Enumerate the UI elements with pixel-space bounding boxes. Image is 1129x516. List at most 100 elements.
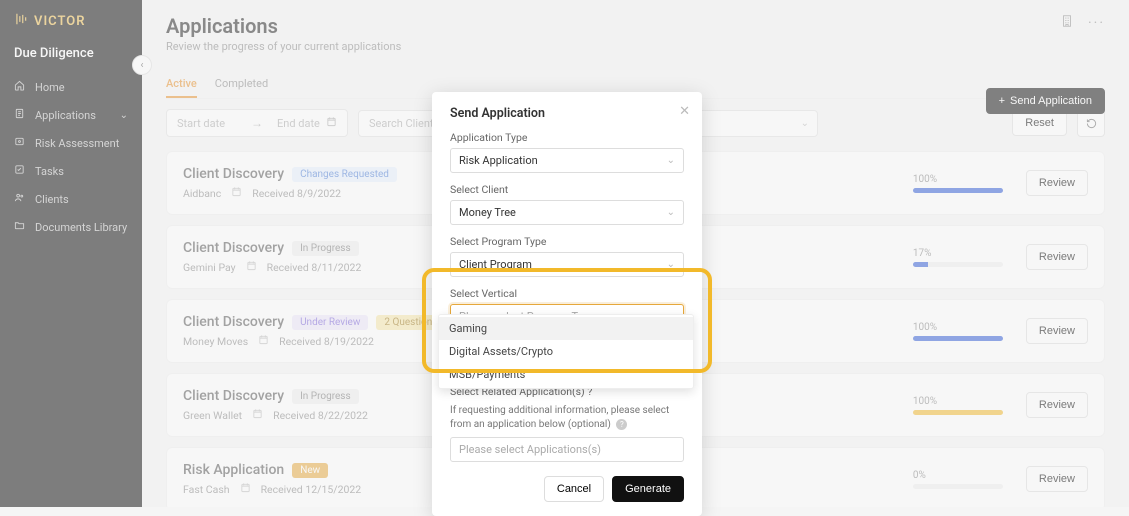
folder-icon <box>14 220 25 234</box>
progress-percent: 100% <box>913 396 937 407</box>
nav-label: Clients <box>35 193 69 206</box>
progress: 100% <box>913 322 1008 341</box>
client-name: Green Wallet <box>183 409 242 422</box>
client-name: Gemini Pay <box>183 261 236 274</box>
status-badge: In Progress <box>292 389 359 404</box>
start-date-placeholder: Start date <box>177 117 225 130</box>
end-date-placeholder: End date <box>277 117 320 130</box>
status-badge: Changes Requested <box>292 167 397 182</box>
nav-applications[interactable]: Applications ⌄ <box>0 101 142 129</box>
select-client[interactable]: Money Tree ⌄ <box>450 200 684 225</box>
chevron-down-icon: ⌄ <box>801 118 809 129</box>
calendar-icon <box>252 408 263 422</box>
tab-completed[interactable]: Completed <box>215 71 268 98</box>
client-name: Aidbanc <box>183 187 221 200</box>
progress-percent: 100% <box>913 322 937 333</box>
nav-risk-assessment[interactable]: Risk Assessment <box>0 129 142 157</box>
checklist-icon <box>14 164 25 178</box>
card-title: Client Discovery <box>183 240 284 256</box>
section-title: Due Diligence <box>0 40 142 73</box>
received-date: Received 12/15/2022 <box>261 483 362 496</box>
received-date: Received 8/11/2022 <box>267 261 362 274</box>
vertical-dropdown: GamingDigital Assets/CryptoMSB/Payments <box>438 314 694 389</box>
nav-documents-library[interactable]: Documents Library <box>0 213 142 241</box>
plus-icon: + <box>999 95 1005 107</box>
nav-label: Tasks <box>35 165 64 178</box>
progress: 100% <box>913 174 1008 193</box>
send-application-modal: Send Application ✕ Application Type Risk… <box>432 92 702 516</box>
dropdown-option[interactable]: Gaming <box>439 317 693 340</box>
nav-tasks[interactable]: Tasks <box>0 157 142 185</box>
brand-logo: VICTOR <box>0 12 142 40</box>
dropdown-option[interactable]: MSB/Payments <box>439 363 693 386</box>
calendar-icon <box>231 186 242 200</box>
select-related-applications[interactable]: Please select Applications(s) <box>450 437 684 462</box>
progress: 0% <box>913 470 1008 489</box>
modal-title: Send Application <box>450 106 684 121</box>
nav-home[interactable]: Home <box>0 73 142 101</box>
client-name: Fast Cash <box>183 483 230 496</box>
nav-clients[interactable]: Clients <box>0 185 142 213</box>
shield-icon <box>14 136 25 150</box>
review-button[interactable]: Review <box>1026 244 1088 270</box>
progress: 17% <box>913 248 1008 267</box>
card-title: Client Discovery <box>183 388 284 404</box>
related-helper-text: If requesting additional information, pl… <box>450 404 684 431</box>
select-app-type[interactable]: Risk Application ⌄ <box>450 148 684 173</box>
review-button[interactable]: Review <box>1026 466 1088 492</box>
label-vertical: Select Vertical <box>450 287 684 300</box>
chevron-down-icon: ⌄ <box>667 155 675 166</box>
dropdown-option[interactable]: Digital Assets/Crypto <box>439 340 693 363</box>
more-icon[interactable]: ··· <box>1088 15 1105 31</box>
progress-percent: 0% <box>913 470 926 481</box>
page-title: Applications <box>166 14 401 38</box>
send-application-button[interactable]: +Send Application <box>986 88 1105 114</box>
status-badge: In Progress <box>292 241 359 256</box>
label-client: Select Client <box>450 183 684 196</box>
generate-button[interactable]: Generate <box>612 476 684 502</box>
calendar-icon <box>246 260 257 274</box>
label-app-type: Application Type <box>450 131 684 144</box>
review-button[interactable]: Review <box>1026 392 1088 418</box>
sidebar: VICTOR Due Diligence Home Applications ⌄… <box>0 0 142 507</box>
received-date: Received 8/22/2022 <box>273 409 368 422</box>
calendar-icon <box>240 482 251 496</box>
review-button[interactable]: Review <box>1026 170 1088 196</box>
users-icon <box>14 192 25 206</box>
status-badge: Under Review <box>292 315 368 330</box>
received-date: Received 8/9/2022 <box>252 187 341 200</box>
progress-percent: 17% <box>913 248 932 259</box>
calendar-icon <box>326 116 337 130</box>
logo-icon <box>14 12 28 30</box>
calendar-icon <box>258 334 269 348</box>
label-program-type: Select Program Type <box>450 235 684 248</box>
tab-active[interactable]: Active <box>166 71 197 98</box>
cancel-button[interactable]: Cancel <box>544 476 604 502</box>
chevron-down-icon: ⌄ <box>667 259 675 270</box>
progress: 100% <box>913 396 1008 415</box>
arrow-right-icon: → <box>247 110 267 136</box>
home-icon <box>14 80 25 94</box>
chevron-down-icon: ⌄ <box>120 110 128 121</box>
nav-label: Documents Library <box>35 221 127 234</box>
progress-percent: 100% <box>913 174 937 185</box>
date-range-input[interactable]: Start date → End date <box>166 109 348 137</box>
nav-label: Risk Assessment <box>35 137 119 150</box>
status-badge: New <box>292 463 328 478</box>
nav-label: Applications <box>35 109 96 122</box>
close-icon: ✕ <box>679 104 690 119</box>
review-button[interactable]: Review <box>1026 318 1088 344</box>
status-select[interactable]: ⌄ <box>698 110 818 137</box>
page-subtitle: Review the progress of your current appl… <box>166 40 401 53</box>
building-icon[interactable] <box>1060 14 1074 32</box>
client-name: Money Moves <box>183 335 248 348</box>
card-title: Client Discovery <box>183 314 284 330</box>
select-program-type[interactable]: Client Program ⌄ <box>450 252 684 277</box>
brand-name: VICTOR <box>34 14 86 29</box>
chevron-down-icon: ⌄ <box>667 207 675 218</box>
card-title: Risk Application <box>183 462 284 478</box>
card-title: Client Discovery <box>183 166 284 182</box>
received-date: Received 8/19/2022 <box>279 335 374 348</box>
document-icon <box>14 108 25 122</box>
modal-close-button[interactable]: ✕ <box>679 104 690 119</box>
